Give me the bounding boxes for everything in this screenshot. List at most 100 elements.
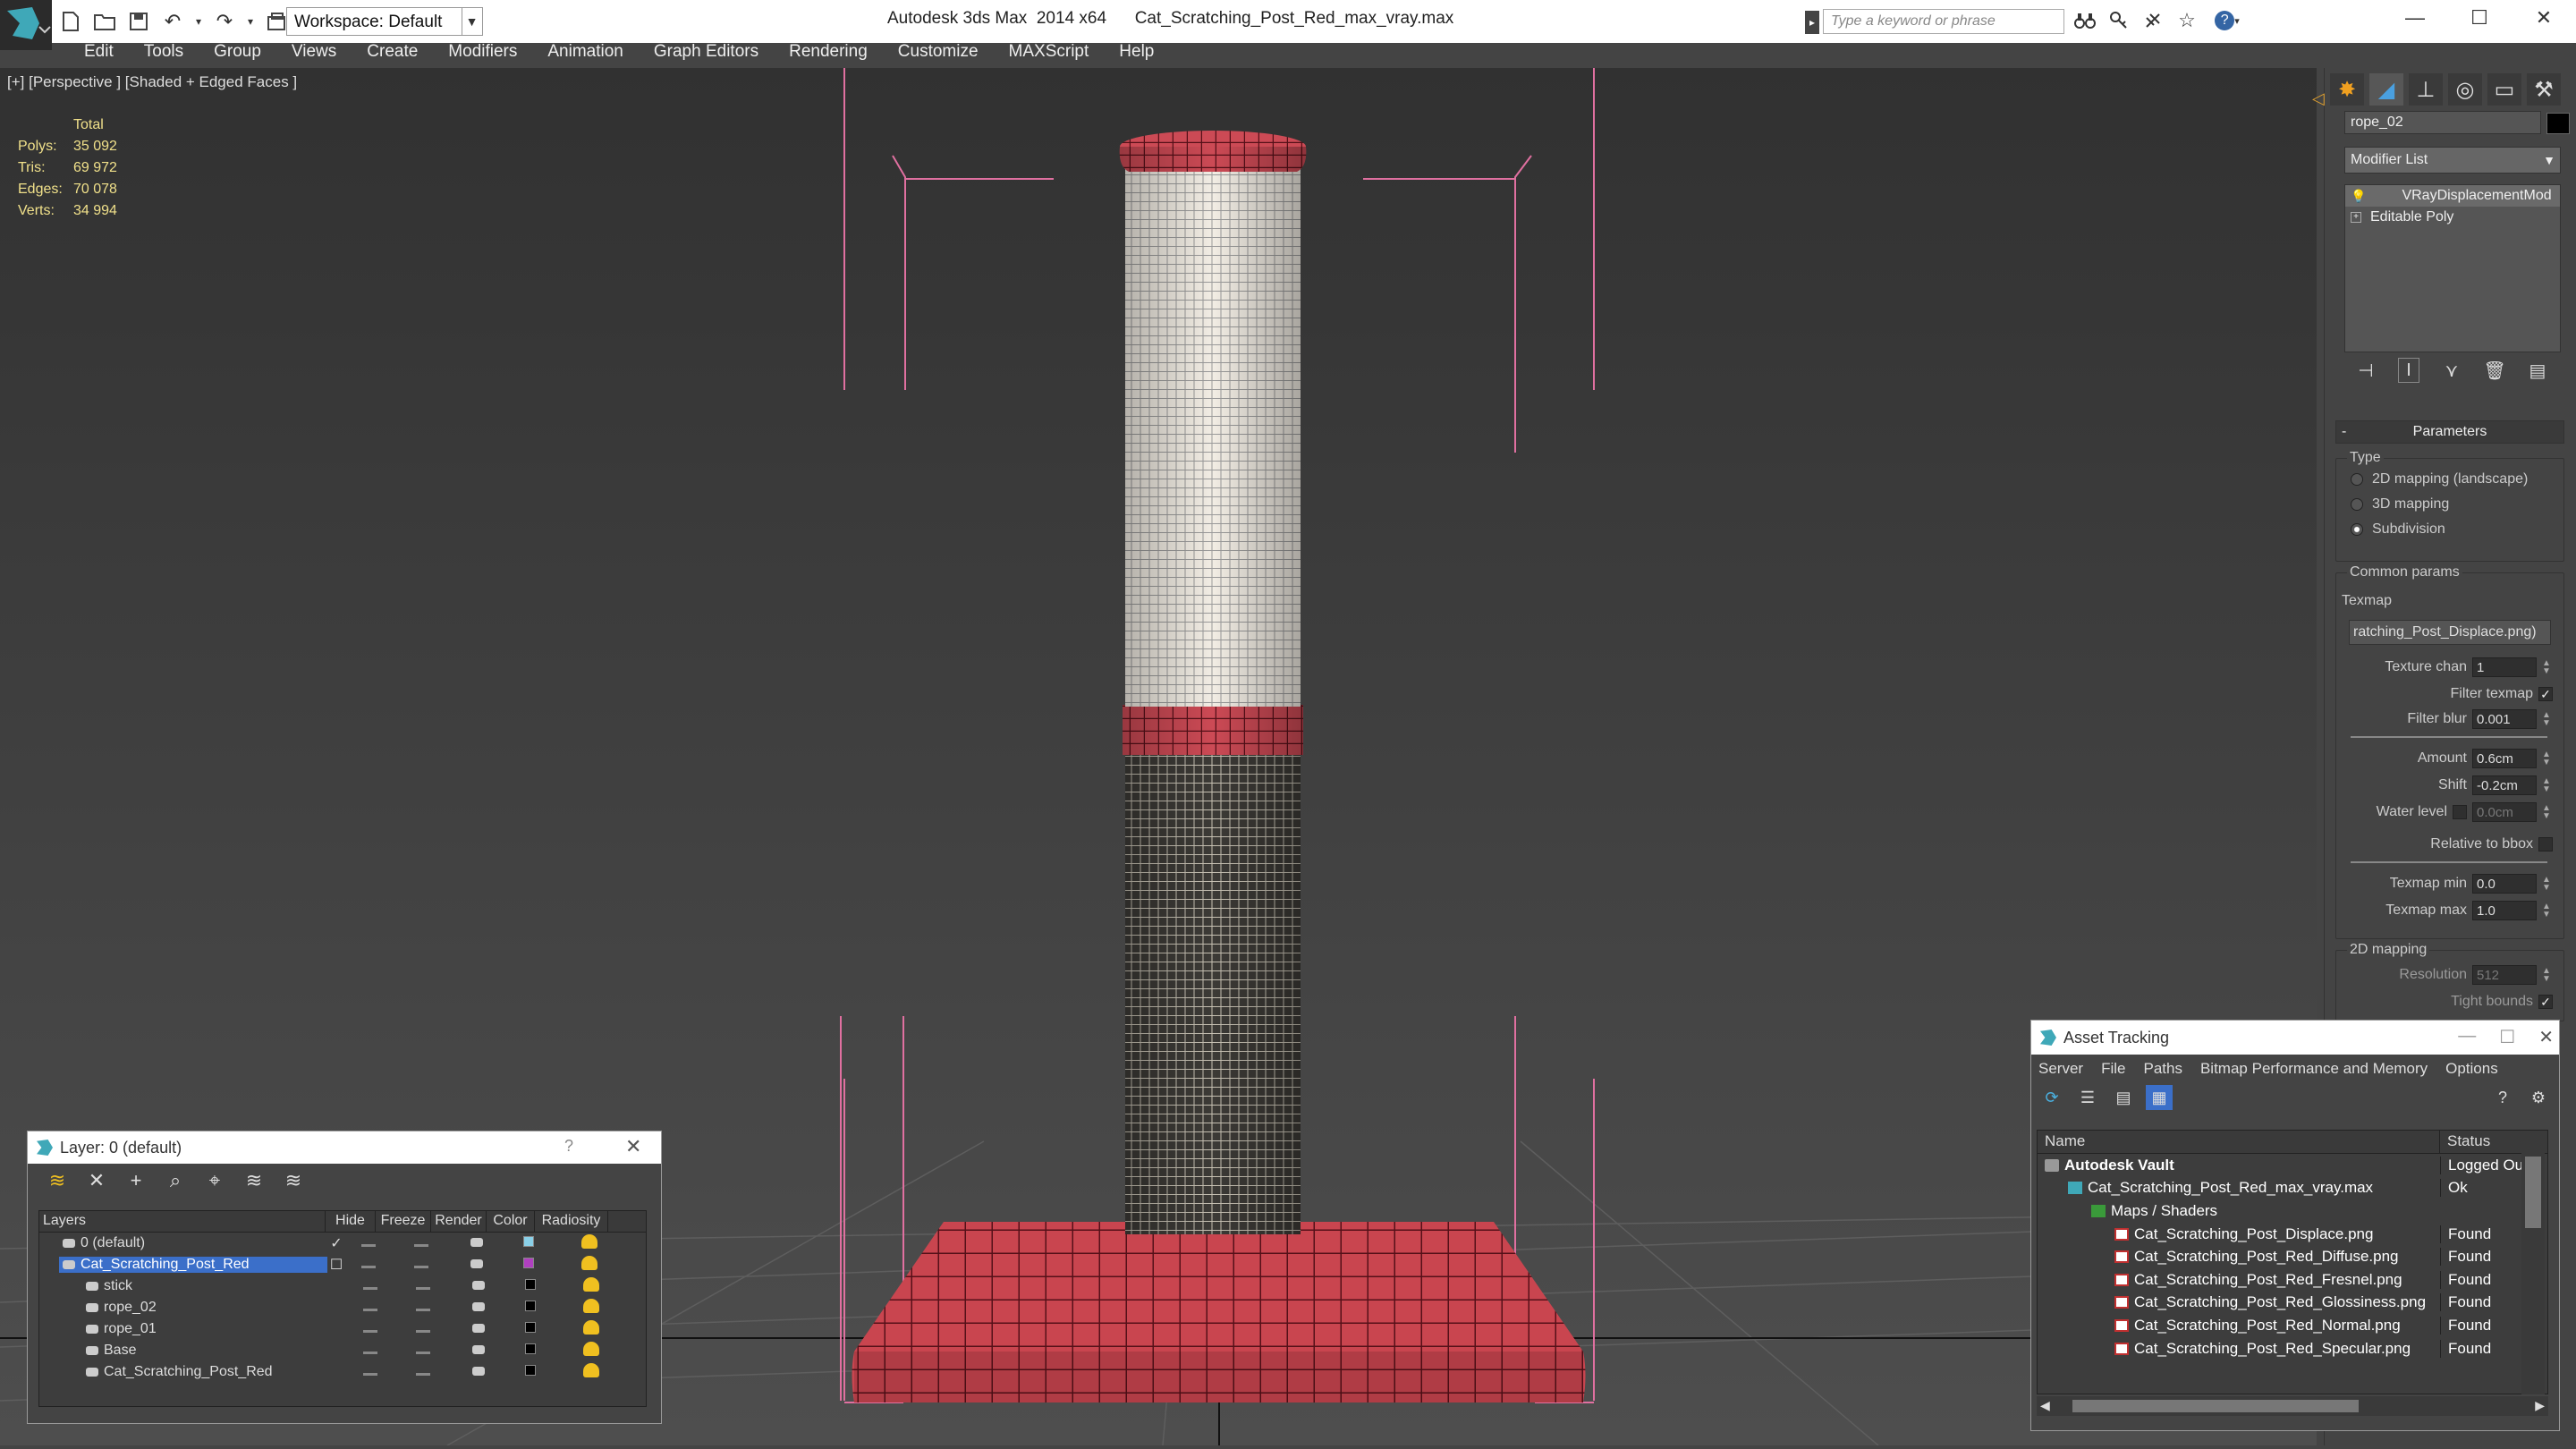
water-level-checkbox[interactable] — [2453, 805, 2467, 819]
water-level-field[interactable]: 0.0cm — [2472, 802, 2537, 822]
horizontal-scrollbar[interactable]: ◀ ▶ — [2037, 1396, 2548, 1416]
current-layer-check[interactable]: ☐ — [327, 1256, 345, 1274]
column-name[interactable]: Name — [2038, 1131, 2440, 1153]
minimize-icon[interactable]: — — [2458, 1026, 2476, 1048]
radiosity-toggle[interactable] — [555, 1298, 628, 1318]
app-menu-button[interactable] — [0, 0, 52, 50]
menu-create[interactable]: Create — [354, 41, 430, 63]
close-icon[interactable]: ✕ — [2512, 0, 2576, 36]
remove-modifier-icon[interactable]: 🗑 — [2483, 358, 2505, 383]
layer-row[interactable]: rope_02 — [39, 1297, 646, 1318]
radiosity-toggle[interactable] — [555, 1276, 628, 1296]
asset-row[interactable]: Cat_Scratching_Post_Red_Specular.png Foun… — [2038, 1337, 2547, 1360]
layer-color-swatch[interactable] — [506, 1364, 555, 1380]
modifier-list-arrow-icon[interactable]: ▼ — [2539, 148, 2559, 172]
settings-icon[interactable]: ⚙ — [2525, 1085, 2552, 1110]
spinner-icon[interactable]: ▲ ▼ — [2542, 902, 2553, 919]
layer-row[interactable]: 0 (default) ✓ — [39, 1233, 646, 1254]
radio-3d-mapping[interactable]: 3D mapping — [2351, 496, 2449, 513]
highlight-layer-icon[interactable]: ⌖ — [203, 1169, 226, 1192]
layer-name-cell[interactable]: Base — [82, 1343, 351, 1359]
freeze-toggle[interactable] — [395, 1343, 451, 1359]
workspace-selector[interactable]: Workspace: Default — [286, 7, 483, 36]
relative-bbox-checkbox[interactable] — [2538, 837, 2553, 852]
tight-bounds-checkbox[interactable]: ✓ — [2538, 995, 2553, 1009]
shift-field[interactable]: -0.2cm — [2472, 775, 2537, 795]
asset-row[interactable]: Cat_Scratching_Post_Red_Fresnel.png Found — [2038, 1268, 2547, 1292]
layer-name-cell[interactable]: rope_02 — [82, 1300, 351, 1316]
help-icon[interactable]: ? ▾ — [2207, 7, 2247, 34]
layer-name-cell[interactable]: stick — [82, 1278, 351, 1294]
spinner-icon[interactable]: ▲ ▼ — [2542, 876, 2553, 893]
filter-texmap-checkbox[interactable]: ✓ — [2538, 687, 2553, 701]
filter-blur-field[interactable]: 0.001 — [2472, 709, 2537, 729]
menu-help[interactable]: Help — [1106, 41, 1166, 63]
layer-row[interactable]: rope_01 — [39, 1318, 646, 1340]
vertical-scrollbar[interactable] — [2521, 1153, 2545, 1394]
menu-bitmap-performance[interactable]: Bitmap Performance and Memory — [2200, 1060, 2428, 1077]
hierarchy-tab-icon[interactable]: ⊥ — [2409, 73, 2443, 106]
search-expand-icon[interactable]: ▸ — [1805, 11, 1819, 34]
utilities-tab-icon[interactable]: ⚒ — [2527, 73, 2561, 106]
menu-maxscript[interactable]: MAXScript — [996, 41, 1102, 63]
column-layers[interactable]: Layers — [39, 1211, 326, 1232]
menu-edit[interactable]: Edit — [72, 41, 126, 63]
menu-customize[interactable]: Customize — [886, 41, 991, 63]
radio-subdivision[interactable]: Subdivision — [2351, 521, 2445, 538]
radiosity-toggle[interactable] — [555, 1362, 628, 1382]
layer-row[interactable]: Base — [39, 1340, 646, 1361]
stack-item-editable-poly[interactable]: + Editable Poly — [2345, 207, 2560, 228]
table-view-icon[interactable]: ▤ — [2110, 1085, 2137, 1110]
column-hide[interactable]: Hide — [326, 1211, 376, 1232]
asset-row[interactable]: Cat_Scratching_Post_Red_max_vray.max Ok — [2038, 1177, 2547, 1200]
key-icon[interactable] — [2106, 7, 2132, 34]
create-tab-icon[interactable]: ✸ — [2330, 73, 2364, 106]
menu-options[interactable]: Options — [2445, 1060, 2498, 1077]
object-color-swatch[interactable] — [2546, 113, 2570, 134]
display-tab-icon[interactable]: ▭ — [2487, 73, 2521, 106]
radiosity-toggle[interactable] — [553, 1255, 626, 1275]
radio-2d-mapping[interactable]: 2D mapping (landscape) — [2351, 471, 2528, 487]
asset-row[interactable]: Autodesk Vault Logged Out — [2038, 1154, 2547, 1177]
maximize-icon[interactable]: ☐ — [2499, 1026, 2515, 1048]
spinner-icon[interactable]: ▲ ▼ — [2542, 750, 2553, 767]
communication-center-icon[interactable] — [2140, 7, 2166, 34]
menu-animation[interactable]: Animation — [535, 41, 636, 63]
spinner-icon[interactable]: ▲ ▼ — [2542, 711, 2553, 728]
render-toggle[interactable] — [451, 1343, 506, 1359]
render-toggle[interactable] — [451, 1300, 506, 1316]
menu-graph-editors[interactable]: Graph Editors — [641, 41, 771, 63]
menu-group[interactable]: Group — [201, 41, 274, 63]
render-toggle[interactable] — [451, 1278, 506, 1294]
asset-row[interactable]: Cat_Scratching_Post_Red_Normal.png Found — [2038, 1314, 2547, 1337]
redo-dropdown-icon[interactable]: ▾ — [245, 8, 256, 35]
radiosity-toggle[interactable] — [555, 1341, 628, 1360]
asset-row[interactable]: Cat_Scratching_Post_Displace.png Found — [2038, 1223, 2547, 1246]
layer-window-titlebar[interactable]: Layer: 0 (default) ? ✕ — [28, 1131, 661, 1164]
make-unique-icon[interactable]: ⋎ — [2441, 358, 2462, 383]
hide-toggle[interactable] — [343, 1257, 394, 1273]
asset-row[interactable]: Cat_Scratching_Post_Red_Diffuse.png Found — [2038, 1245, 2547, 1268]
asset-row[interactable]: Cat_Scratching_Post_Red_Glossiness.png Fo… — [2038, 1292, 2547, 1315]
select-in-layer-icon[interactable]: ⌕ — [164, 1169, 187, 1192]
spinner-icon[interactable]: ▲ ▼ — [2542, 659, 2553, 676]
search-input[interactable]: Type a keyword or phrase — [1823, 9, 2064, 34]
layer-color-swatch[interactable] — [506, 1300, 555, 1316]
menu-rendering[interactable]: Rendering — [776, 41, 880, 63]
layer-color-swatch[interactable] — [506, 1343, 555, 1359]
parameters-rollout-header[interactable]: - Parameters — [2335, 420, 2564, 444]
menu-tools[interactable]: Tools — [131, 41, 196, 63]
hide-toggle[interactable] — [345, 1343, 395, 1359]
minimize-icon[interactable]: — — [2383, 0, 2447, 36]
layer-name-cell[interactable]: Cat_Scratching_Post_Red — [59, 1257, 327, 1273]
current-layer-check[interactable]: ✓ — [327, 1234, 345, 1252]
column-render[interactable]: Render — [431, 1211, 487, 1232]
freeze-toggle[interactable] — [395, 1278, 451, 1294]
layer-name-cell[interactable]: 0 (default) — [59, 1235, 327, 1251]
texmap-button[interactable]: ratching_Post_Displace.png) — [2349, 620, 2551, 645]
render-toggle[interactable] — [451, 1321, 506, 1337]
layer-color-swatch[interactable] — [506, 1278, 555, 1294]
menu-views[interactable]: Views — [279, 41, 349, 63]
render-toggle[interactable] — [449, 1235, 504, 1251]
refresh-icon[interactable]: ⟳ — [2038, 1085, 2065, 1110]
